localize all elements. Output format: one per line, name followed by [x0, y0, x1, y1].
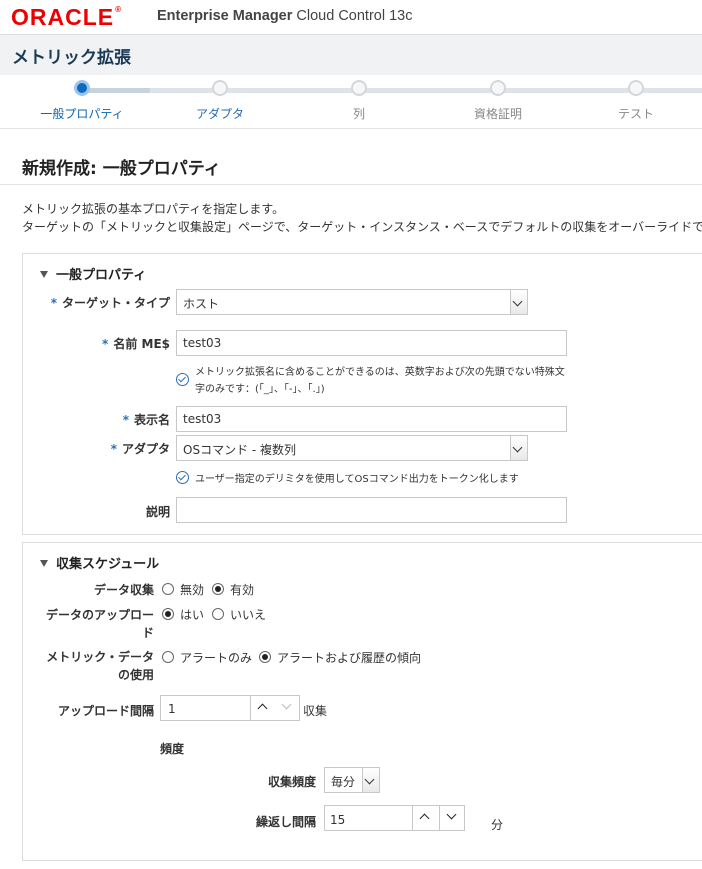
repeat-interval-input[interactable]: 15	[330, 813, 345, 827]
adapter-hint: ユーザー指定のデリミタを使用してOSコマンド出力をトークン化します	[195, 474, 519, 485]
display-name-input[interactable]: test03	[176, 406, 567, 432]
required-icon: *	[102, 337, 109, 351]
train-label-test: テスト	[617, 107, 654, 121]
description-label-text: 説明	[145, 505, 170, 519]
data-upload-no-radio[interactable]	[212, 608, 224, 620]
section-description-2: ターゲットの「メトリックと収集設定」ページで、ターゲット・インスタンス・ベースで…	[22, 220, 702, 234]
description-input[interactable]	[176, 497, 567, 523]
collection-schedule-header-text: 収集スケジュール	[56, 557, 160, 572]
info-check-icon	[176, 373, 189, 386]
data-upload-label-2: ド	[141, 626, 154, 640]
data-collection-label-text: データ収集	[93, 583, 154, 597]
alert-only-radio[interactable]	[162, 651, 174, 663]
collection-schedule-header[interactable]: 収集スケジュール	[40, 553, 159, 572]
divider	[0, 184, 702, 185]
oracle-logo[interactable]: ORACLE®	[11, 4, 122, 31]
repeat-interval-label: 繰返し間隔	[200, 813, 316, 830]
train-label-general[interactable]: 一般プロパティ	[27, 105, 137, 122]
data-collection-enabled-radio[interactable]	[212, 583, 224, 595]
data-collection-enabled-text: 有効	[230, 583, 255, 597]
data-upload-yes-radio[interactable]	[162, 608, 174, 620]
chevron-up-icon[interactable]	[412, 805, 439, 831]
adapter-select[interactable]: OSコマンド - 複数列	[176, 435, 528, 461]
required-icon: *	[110, 442, 117, 456]
name-label: * 名前 ME$	[30, 335, 170, 352]
data-collection-disabled-radio[interactable]	[162, 583, 174, 595]
required-icon: *	[50, 296, 57, 310]
data-upload-label: データのアップロード	[30, 606, 154, 642]
train-label-credentials: 資格証明	[473, 107, 522, 121]
app-title-bold: Enterprise Manager	[157, 8, 293, 24]
data-upload-yes-text: はい	[180, 608, 205, 622]
frequency-header: 頻度	[160, 742, 185, 756]
data-upload-label-1: データのアップロー	[45, 608, 154, 622]
data-collection-disabled-text: 無効	[180, 583, 205, 597]
section-title: 新規作成: 一般プロパティ	[22, 159, 221, 179]
display-name-label: * 表示名	[30, 411, 170, 428]
chevron-down-icon[interactable]	[510, 290, 527, 314]
train-label-adapter[interactable]: アダプタ	[165, 105, 275, 122]
collapse-triangle-icon[interactable]	[40, 271, 48, 278]
chevron-down-icon[interactable]	[510, 436, 527, 460]
section-description-1: メトリック拡張の基本プロパティを指定します。	[22, 202, 285, 216]
collapse-triangle-icon[interactable]	[40, 560, 48, 567]
name-hint-line-2: 字のみです：(「_」、「-」、「.」)	[195, 384, 325, 395]
train-stop-4	[490, 80, 506, 96]
upload-interval-label: アップロード間隔	[30, 702, 154, 719]
alert-history-text: アラートおよび履歴の傾向	[277, 651, 422, 665]
general-properties-header-text: 一般プロパティ	[56, 268, 147, 283]
target-type-select[interactable]: ホスト	[176, 289, 528, 315]
train-label-columns: 列	[352, 107, 365, 121]
name-hint: メトリック拡張名に含めることができるのは、英数字および次の先頭でない特殊文 字のみ…	[195, 364, 575, 398]
train-line	[82, 88, 702, 93]
data-collection-label: データ収集	[30, 581, 154, 598]
required-icon: *	[122, 413, 129, 427]
description-label: 説明	[30, 503, 170, 520]
repeat-interval-unit: 分	[491, 818, 504, 832]
adapter-value: OSコマンド - 複数列	[183, 443, 297, 457]
target-type-label-text: ターゲット・タイプ	[61, 296, 170, 310]
alert-history-radio[interactable]	[259, 651, 271, 663]
logo-text: ORACLE	[11, 4, 115, 30]
metric-data-use-label-2: の使用	[117, 668, 154, 682]
general-properties-header[interactable]: 一般プロパティ	[40, 264, 146, 283]
train-stop-2[interactable]	[212, 80, 228, 96]
chevron-up-icon[interactable]	[250, 695, 275, 721]
train-stop-1[interactable]	[74, 80, 90, 96]
divider	[0, 128, 702, 129]
name-label-text: 名前 ME$	[113, 337, 170, 351]
chevron-down-icon[interactable]	[362, 768, 379, 792]
info-check-icon	[176, 471, 189, 484]
app-title: Enterprise Manager Cloud Control 13c	[157, 8, 412, 24]
adapter-label-text: アダプタ	[121, 442, 170, 456]
collection-frequency-value: 毎分	[331, 775, 356, 789]
repeat-interval-label-text: 繰返し間隔	[255, 815, 316, 829]
upload-interval-input[interactable]: 1	[168, 702, 176, 716]
train-progress	[82, 88, 150, 93]
collection-frequency-label: 収集頻度	[200, 773, 316, 790]
target-type-label: * ターゲット・タイプ	[30, 294, 170, 311]
page-title: メトリック拡張	[12, 48, 131, 68]
display-name-label-text: 表示名	[133, 413, 170, 427]
app-title-rest: Cloud Control 13c	[292, 8, 413, 24]
target-type-value: ホスト	[183, 297, 220, 311]
chevron-down-icon[interactable]	[275, 695, 300, 721]
name-hint-line-1: メトリック拡張名に含めることができるのは、英数字および次の先頭でない特殊文	[195, 367, 565, 378]
collection-frequency-label-text: 収集頻度	[267, 775, 316, 789]
collection-frequency-select[interactable]: 毎分	[324, 767, 380, 793]
alert-only-text: アラートのみ	[180, 651, 253, 665]
upload-interval-unit: 収集	[303, 704, 328, 718]
metric-data-use-label-1: メトリック・データ	[46, 650, 154, 664]
chevron-down-icon[interactable]	[439, 805, 465, 831]
upload-interval-label-text: アップロード間隔	[57, 704, 154, 718]
train-stop-5	[628, 80, 644, 96]
name-input[interactable]: test03	[176, 330, 567, 356]
train-stop-3	[351, 80, 367, 96]
adapter-label: * アダプタ	[30, 440, 170, 457]
data-upload-no-text: いいえ	[230, 608, 267, 622]
metric-data-use-label: メトリック・データの使用	[30, 648, 154, 684]
